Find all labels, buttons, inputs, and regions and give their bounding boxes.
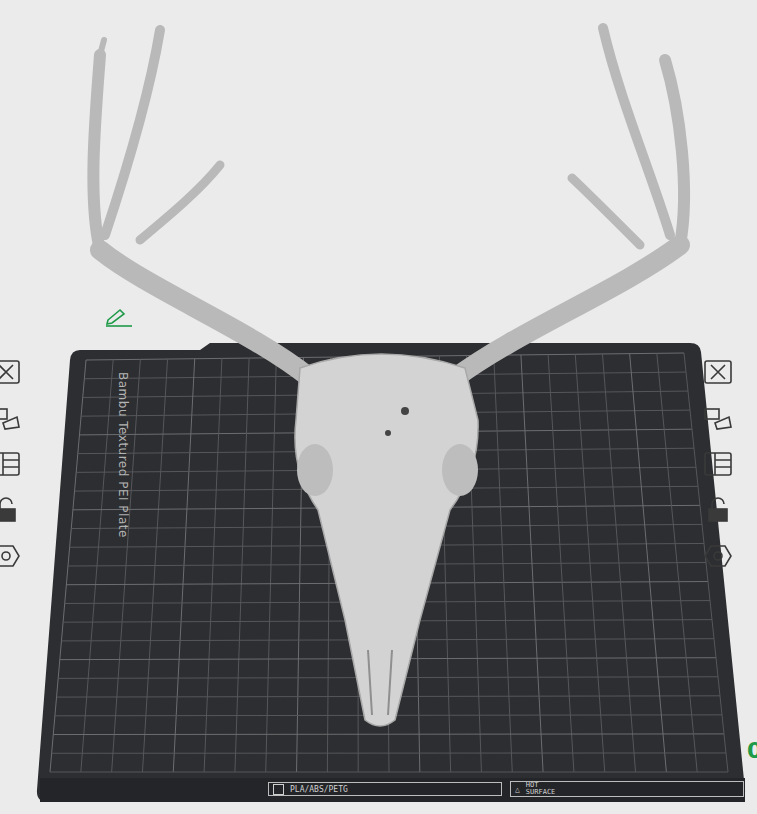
left-toolbar <box>0 356 26 572</box>
plate-grid <box>50 353 728 772</box>
lock-button[interactable] <box>0 494 26 526</box>
close-icon <box>703 359 733 385</box>
arrange-icon <box>0 451 21 477</box>
settings-button[interactable] <box>0 540 26 572</box>
delete-button[interactable] <box>698 356 738 388</box>
lock-button[interactable] <box>698 494 738 526</box>
auto-orient-button[interactable] <box>0 402 26 434</box>
gear-icon <box>0 543 21 569</box>
plate-toolbar <box>698 356 738 572</box>
close-icon <box>0 359 21 385</box>
deer-skull-model[interactable] <box>0 0 757 814</box>
auto-orient-icon <box>0 405 21 431</box>
gear-icon <box>703 543 733 569</box>
lock-icon <box>703 497 733 523</box>
plate-icon <box>273 784 284 795</box>
auto-orient-icon <box>703 405 733 431</box>
plate-info-strip: PLA/ABS/PETG △HOT SURFACE <box>268 781 744 797</box>
warning-label: △HOT SURFACE <box>510 781 744 797</box>
plate-index-label[interactable]: 0 <box>747 738 757 763</box>
lock-icon <box>0 497 21 523</box>
filament-label: PLA/ABS/PETG <box>268 782 502 796</box>
plate-name: Bambu Textured PEI Plate <box>116 372 130 538</box>
settings-button[interactable] <box>698 540 738 572</box>
delete-button[interactable] <box>0 356 26 388</box>
edit-plate-icon[interactable] <box>104 308 136 328</box>
arrange-button[interactable] <box>698 448 738 480</box>
viewport[interactable]: Bambu Textured PEI Plate PLA/ABS/PETG △HOT… <box>0 0 757 814</box>
arrange-icon <box>703 451 733 477</box>
arrange-button[interactable] <box>0 448 26 480</box>
auto-orient-button[interactable] <box>698 402 738 434</box>
